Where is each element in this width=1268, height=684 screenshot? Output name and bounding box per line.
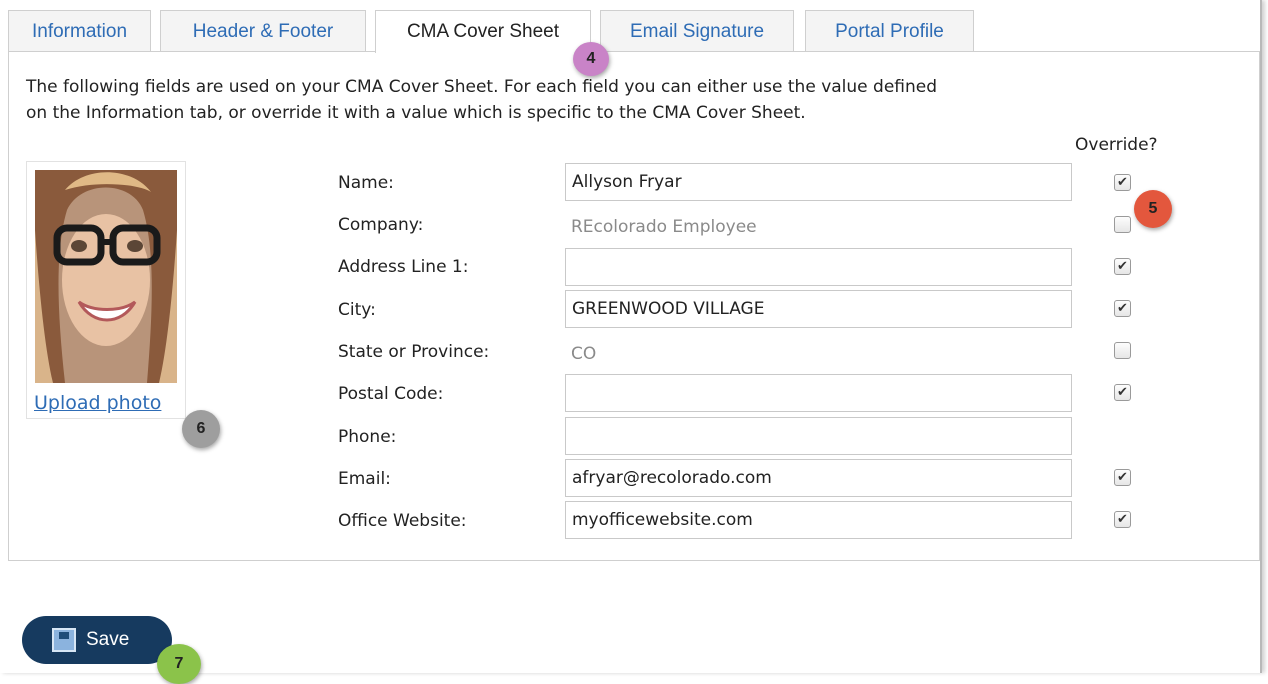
cma-cover-sheet-panel: The following fields are used on your CM…: [8, 51, 1260, 561]
callout-badge-5: 5: [1134, 190, 1172, 228]
phone-field[interactable]: [565, 417, 1072, 455]
city-field[interactable]: [565, 290, 1072, 328]
tab-portal-profile[interactable]: Portal Profile: [805, 10, 974, 52]
tab-label: CMA Cover Sheet: [406, 21, 560, 42]
postal-code-override-checkbox[interactable]: ✔: [1114, 384, 1131, 401]
tab-cma-cover-sheet[interactable]: CMA Cover Sheet: [375, 10, 591, 53]
company-label: Company:: [338, 215, 424, 235]
app-frame: Information Header & Footer CMA Cover Sh…: [0, 0, 1262, 684]
profile-photo-illustration: [35, 170, 177, 383]
name-field[interactable]: [565, 163, 1072, 201]
office-website-field[interactable]: [565, 501, 1072, 539]
upload-photo-link[interactable]: Upload photo: [34, 392, 161, 414]
callout-badge-7: 7: [157, 644, 201, 684]
postal-code-field[interactable]: [565, 374, 1072, 412]
override-column-header: Override?: [1075, 135, 1158, 155]
city-label: City:: [338, 300, 376, 320]
tab-label: Portal Profile: [835, 20, 944, 42]
state-value: CO: [571, 344, 597, 364]
city-override-checkbox[interactable]: ✔: [1114, 300, 1131, 317]
intro-line: on the Information tab, or override it w…: [26, 103, 806, 123]
address-line1-label: Address Line 1:: [338, 257, 469, 277]
company-override-checkbox[interactable]: [1114, 216, 1131, 233]
phone-label: Phone:: [338, 427, 397, 447]
company-value: REcolorado Employee: [571, 217, 757, 237]
state-label: State or Province:: [338, 342, 490, 362]
callout-badge-6: 6: [182, 410, 220, 448]
floppy-disk-icon: [52, 628, 76, 652]
profile-photo: [35, 170, 177, 383]
intro-text: The following fields are used on your CM…: [26, 74, 1106, 126]
address-line1-field[interactable]: [565, 248, 1072, 286]
email-label: Email:: [338, 469, 391, 489]
tab-label: Header & Footer: [192, 20, 334, 42]
state-override-checkbox[interactable]: [1114, 342, 1131, 359]
tab-information[interactable]: Information: [8, 10, 151, 52]
email-override-checkbox[interactable]: ✔: [1114, 469, 1131, 486]
tab-label: Email Signature: [629, 20, 765, 42]
tab-email-signature[interactable]: Email Signature: [600, 10, 794, 52]
save-button[interactable]: Save: [22, 616, 172, 664]
save-button-label: Save: [86, 629, 130, 650]
photo-box: Upload photo: [26, 161, 186, 419]
tab-header-footer[interactable]: Header & Footer: [160, 10, 366, 52]
office-website-label: Office Website:: [338, 511, 467, 531]
tab-label: Information: [31, 20, 128, 42]
address-line1-override-checkbox[interactable]: ✔: [1114, 258, 1131, 275]
name-override-checkbox[interactable]: ✔: [1114, 174, 1131, 191]
intro-line: The following fields are used on your CM…: [26, 77, 938, 97]
office-website-override-checkbox[interactable]: ✔: [1114, 511, 1131, 528]
email-field[interactable]: [565, 459, 1072, 497]
callout-badge-4: 4: [573, 42, 609, 76]
name-label: Name:: [338, 173, 394, 193]
postal-code-label: Postal Code:: [338, 384, 444, 404]
